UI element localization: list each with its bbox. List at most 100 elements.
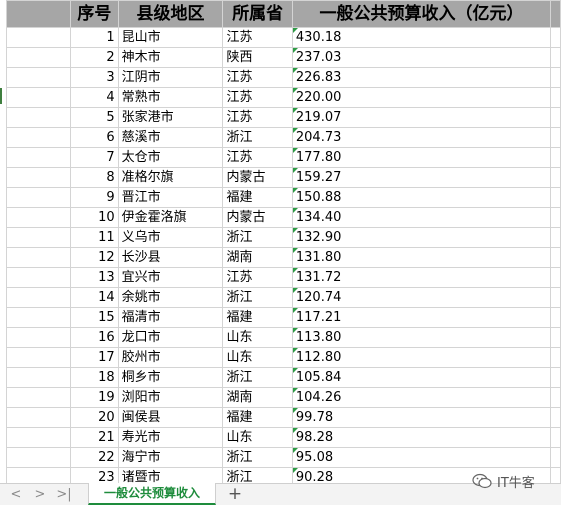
cell-no[interactable]: 14 — [70, 287, 119, 308]
cell-province[interactable]: 山东 — [222, 327, 293, 348]
empty-cell[interactable] — [5, 207, 72, 228]
cell-province[interactable]: 内蒙古 — [222, 167, 293, 188]
cell-revenue[interactable]: 104.26 — [291, 387, 552, 408]
cell-province[interactable]: 浙江 — [222, 127, 293, 148]
cell-region[interactable]: 诸暨市 — [117, 467, 224, 483]
cell-revenue[interactable]: 430.18 — [291, 27, 552, 48]
cell-region[interactable]: 江阴市 — [117, 67, 224, 88]
cell-province[interactable]: 江苏 — [222, 147, 293, 168]
cell-province[interactable]: 江苏 — [222, 87, 293, 108]
cell-no[interactable]: 23 — [70, 467, 119, 483]
empty-cell[interactable] — [5, 267, 72, 288]
empty-cell[interactable] — [5, 27, 72, 48]
empty-cell[interactable] — [5, 107, 72, 128]
cell-region[interactable]: 余姚市 — [117, 287, 224, 308]
empty-cell[interactable] — [550, 107, 561, 128]
header-cell-no[interactable]: 序号 — [70, 0, 119, 28]
cell-province[interactable]: 福建 — [222, 407, 293, 428]
cell-province[interactable]: 陕西 — [222, 47, 293, 68]
cell-revenue[interactable]: 117.21 — [291, 307, 552, 328]
cell-no[interactable]: 19 — [70, 387, 119, 408]
cell-no[interactable]: 3 — [70, 67, 119, 88]
cell-region[interactable]: 晋江市 — [117, 187, 224, 208]
cell-revenue[interactable]: 177.80 — [291, 147, 552, 168]
empty-cell[interactable] — [550, 167, 561, 188]
cell-no[interactable]: 22 — [70, 447, 119, 468]
next-sheet-button[interactable]: > — [30, 484, 50, 505]
cell-region[interactable]: 准格尔旗 — [117, 167, 224, 188]
empty-cell[interactable] — [5, 447, 72, 468]
first-sheet-button[interactable]: < — [6, 484, 26, 505]
cell-revenue[interactable]: 134.40 — [291, 207, 552, 228]
empty-cell[interactable] — [5, 0, 72, 28]
cell-region[interactable]: 桐乡市 — [117, 367, 224, 388]
cell-revenue[interactable]: 131.72 — [291, 267, 552, 288]
cell-region[interactable]: 浏阳市 — [117, 387, 224, 408]
empty-cell[interactable] — [5, 407, 72, 428]
cell-revenue[interactable]: 105.84 — [291, 367, 552, 388]
cell-region[interactable]: 胶州市 — [117, 347, 224, 368]
empty-cell[interactable] — [550, 287, 561, 308]
cell-region[interactable]: 太仓市 — [117, 147, 224, 168]
add-sheet-button[interactable]: + — [226, 484, 244, 505]
cell-province[interactable]: 江苏 — [222, 267, 293, 288]
empty-cell[interactable] — [550, 347, 561, 368]
empty-cell[interactable] — [5, 227, 72, 248]
cell-revenue[interactable]: 95.08 — [291, 447, 552, 468]
cell-revenue[interactable]: 113.80 — [291, 327, 552, 348]
empty-cell[interactable] — [550, 267, 561, 288]
sheet-tab-active[interactable]: 一般公共预算收入 — [88, 483, 216, 505]
cell-region[interactable]: 伊金霍洛旗 — [117, 207, 224, 228]
cell-region[interactable]: 龙口市 — [117, 327, 224, 348]
cell-no[interactable]: 18 — [70, 367, 119, 388]
cell-revenue[interactable]: 132.90 — [291, 227, 552, 248]
cell-no[interactable]: 5 — [70, 107, 119, 128]
cell-region[interactable]: 长沙县 — [117, 247, 224, 268]
empty-cell[interactable] — [550, 67, 561, 88]
cell-province[interactable]: 湖南 — [222, 387, 293, 408]
empty-cell[interactable] — [5, 47, 72, 68]
empty-cell[interactable] — [550, 367, 561, 388]
cell-region[interactable]: 义乌市 — [117, 227, 224, 248]
cell-revenue[interactable]: 99.78 — [291, 407, 552, 428]
cell-region[interactable]: 常熟市 — [117, 87, 224, 108]
empty-cell[interactable] — [550, 307, 561, 328]
cell-no[interactable]: 6 — [70, 127, 119, 148]
empty-cell[interactable] — [5, 247, 72, 268]
cell-province[interactable]: 福建 — [222, 187, 293, 208]
cell-region[interactable]: 张家港市 — [117, 107, 224, 128]
last-sheet-button[interactable]: >| — [54, 484, 74, 505]
cell-province[interactable]: 浙江 — [222, 447, 293, 468]
cell-province[interactable]: 内蒙古 — [222, 207, 293, 228]
empty-cell[interactable] — [5, 167, 72, 188]
empty-cell[interactable] — [5, 147, 72, 168]
cell-province[interactable]: 湖南 — [222, 247, 293, 268]
empty-cell[interactable] — [5, 307, 72, 328]
cell-no[interactable]: 8 — [70, 167, 119, 188]
cell-revenue[interactable]: 226.83 — [291, 67, 552, 88]
cell-revenue[interactable]: 150.88 — [291, 187, 552, 208]
cell-no[interactable]: 20 — [70, 407, 119, 428]
cell-region[interactable]: 慈溪市 — [117, 127, 224, 148]
cell-province[interactable]: 福建 — [222, 307, 293, 328]
empty-cell[interactable] — [550, 207, 561, 228]
cell-region[interactable]: 海宁市 — [117, 447, 224, 468]
empty-cell[interactable] — [5, 367, 72, 388]
cell-no[interactable]: 9 — [70, 187, 119, 208]
cell-province[interactable]: 江苏 — [222, 67, 293, 88]
cell-revenue[interactable]: 131.80 — [291, 247, 552, 268]
cell-revenue[interactable]: 220.00 — [291, 87, 552, 108]
cell-province[interactable]: 浙江 — [222, 367, 293, 388]
empty-cell[interactable] — [5, 287, 72, 308]
cell-revenue[interactable]: 120.74 — [291, 287, 552, 308]
empty-cell[interactable] — [550, 467, 561, 483]
empty-cell[interactable] — [550, 427, 561, 448]
empty-cell[interactable] — [550, 27, 561, 48]
empty-cell[interactable] — [550, 407, 561, 428]
cell-revenue[interactable]: 237.03 — [291, 47, 552, 68]
empty-cell[interactable] — [5, 327, 72, 348]
cell-no[interactable]: 21 — [70, 427, 119, 448]
cell-no[interactable]: 15 — [70, 307, 119, 328]
cell-region[interactable]: 昆山市 — [117, 27, 224, 48]
cell-no[interactable]: 13 — [70, 267, 119, 288]
